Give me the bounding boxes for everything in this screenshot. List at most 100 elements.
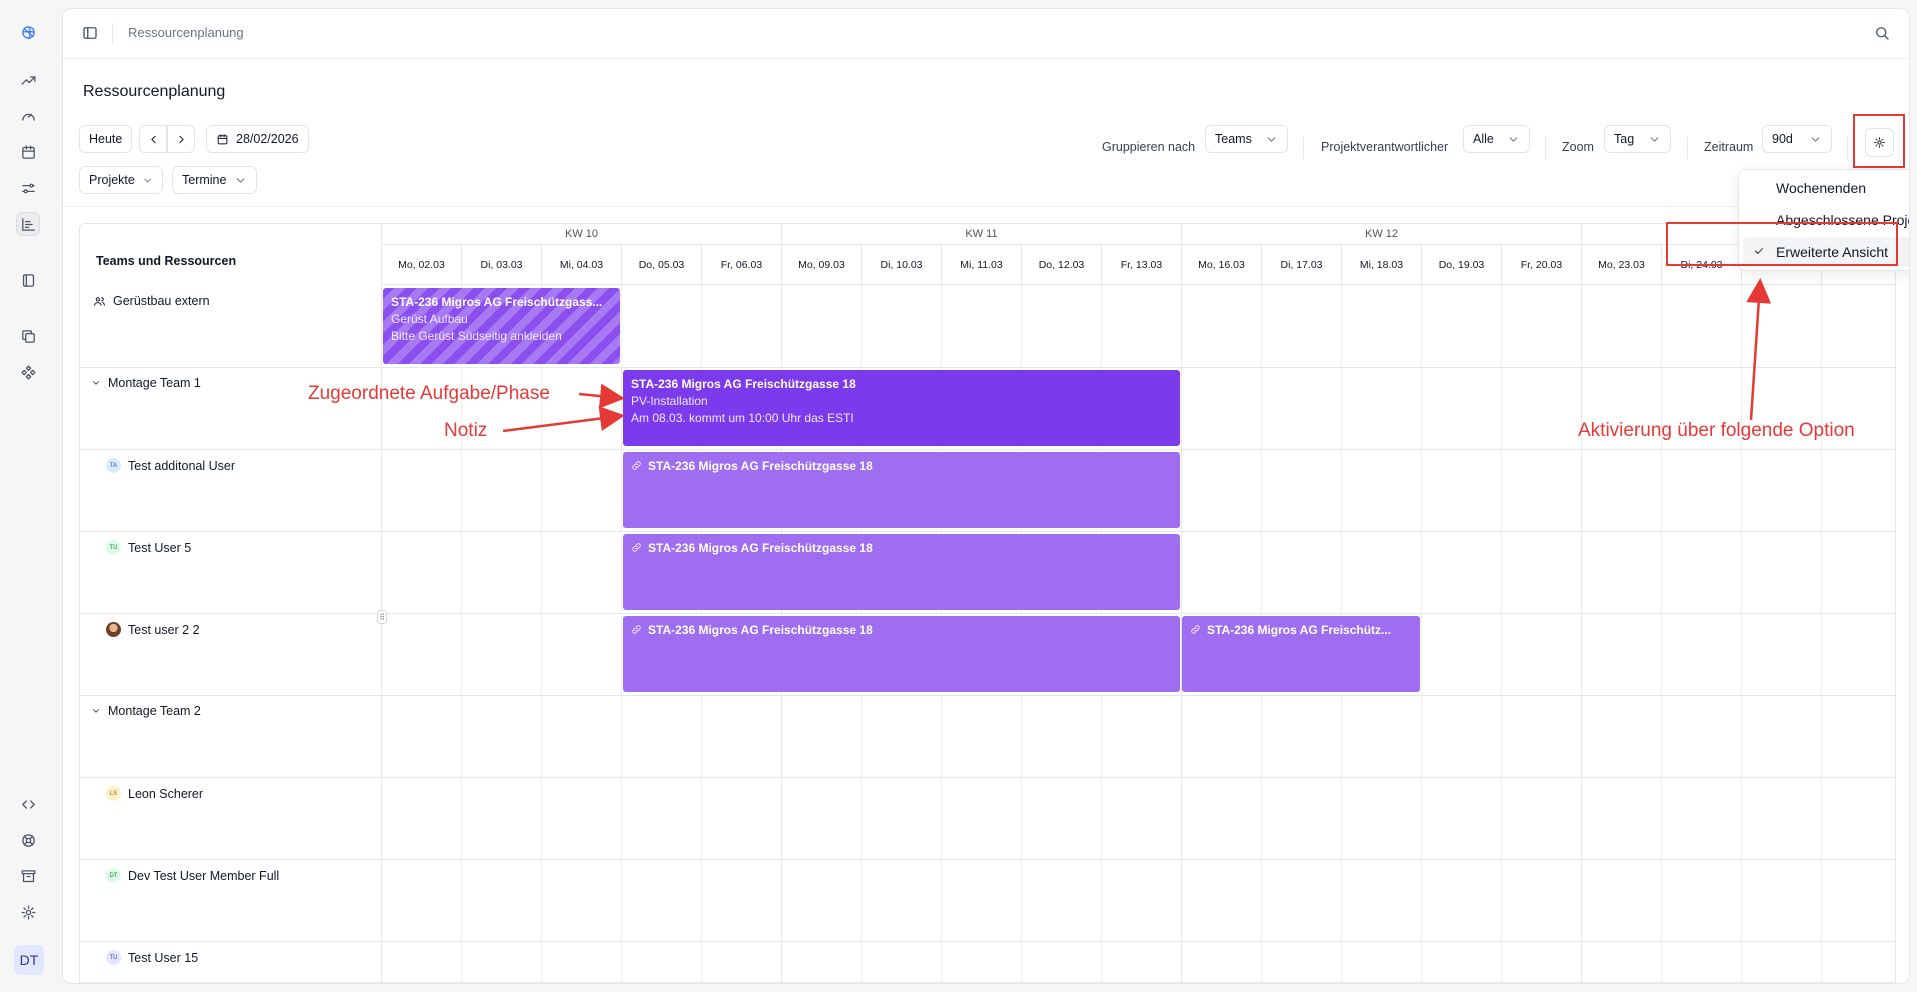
calendar-icon — [217, 133, 228, 144]
day-header: Mi, 04.03 — [541, 245, 621, 285]
table-row[interactable]: TA Test additonal User — [106, 458, 235, 473]
sidebar-toggle-icon[interactable] — [81, 24, 99, 42]
components-icon[interactable] — [16, 360, 40, 384]
trending-icon[interactable] — [16, 68, 40, 92]
highlight-settings — [1853, 114, 1905, 168]
day-header: Di, 03.03 — [461, 245, 541, 285]
user-avatar[interactable]: DT — [14, 945, 44, 975]
chevron-down-icon — [1509, 136, 1518, 142]
breadcrumb[interactable]: Ressourcenplanung — [128, 25, 244, 40]
table-row[interactable]: TU Test User 5 — [106, 540, 191, 555]
grid-line — [1421, 285, 1422, 983]
calendar-icon[interactable] — [16, 140, 40, 164]
gauge-icon[interactable] — [16, 104, 40, 128]
chevron-down-icon — [1650, 136, 1659, 142]
drag-handle[interactable]: ⠿ — [377, 610, 387, 624]
divider — [1687, 137, 1688, 159]
table-row[interactable]: DT Dev Test User Member Full — [106, 868, 279, 883]
projects-filter[interactable]: Projekte — [79, 166, 163, 194]
day-header: Di, 17.03 — [1261, 245, 1341, 285]
table-row[interactable]: Montage Team 1 — [91, 376, 201, 390]
day-header: Di, 10.03 — [861, 245, 941, 285]
group-select[interactable]: Teams — [1205, 125, 1288, 153]
row-divider — [80, 859, 1895, 860]
row-label: Montage Team 2 — [108, 704, 201, 718]
row-label: Test User 5 — [128, 540, 192, 555]
table-row[interactable]: TU Test User 15 — [106, 950, 198, 965]
schedule-bar[interactable]: STA-236 Migros AG Freischützgasse 18 — [623, 452, 1180, 528]
grid-line — [1661, 285, 1662, 983]
row-divider — [80, 531, 1895, 532]
chevron-down-icon[interactable] — [91, 706, 101, 716]
users-icon — [94, 296, 105, 306]
avatar: TA — [106, 458, 121, 473]
code-icon[interactable] — [16, 792, 40, 816]
manager-select[interactable]: Alle — [1463, 125, 1530, 153]
today-button[interactable]: Heute — [79, 125, 133, 153]
schedule-bar[interactable]: STA-236 Migros AG Freischütz... — [1182, 616, 1420, 692]
bar-title: STA-236 Migros AG Freischütz... — [1207, 623, 1392, 637]
day-header: Mi, 18.03 — [1341, 245, 1421, 285]
link-icon — [632, 543, 641, 552]
highlight-extended-view — [1666, 222, 1898, 266]
divider — [381, 224, 382, 983]
day-header: Mo, 23.03 — [1581, 245, 1661, 285]
chevron-right-icon — [178, 135, 184, 143]
divider — [1303, 137, 1304, 159]
schedule-bar[interactable]: STA-236 Migros AG Freischützgass... Gerü… — [383, 288, 620, 364]
manager-value: Alle — [1473, 132, 1494, 146]
row-label: Leon Scherer — [128, 786, 204, 801]
chevron-down-icon — [1267, 136, 1276, 142]
menu-item-weekends[interactable]: Wochenenden — [1776, 180, 1866, 196]
search-icon[interactable] — [1873, 24, 1891, 42]
help-icon[interactable] — [16, 828, 40, 852]
table-row[interactable]: Gerüstbau extern — [93, 294, 210, 308]
schedule-bar[interactable]: STA-236 Migros AG Freischützgasse 18 PV-… — [623, 370, 1180, 446]
range-label: Zeitraum — [1704, 140, 1754, 154]
table-row[interactable]: Montage Team 2 — [91, 704, 201, 718]
day-header: Do, 19.03 — [1421, 245, 1501, 285]
day-header: Mi, 11.03 — [941, 245, 1021, 285]
day-header: Mo, 09.03 — [781, 245, 861, 285]
sliders-icon[interactable] — [16, 176, 40, 200]
week-header: KW 10 — [381, 224, 781, 245]
row-label: Montage Team 1 — [108, 376, 201, 390]
main-panel: Ressourcenplanung Ressourcenplanung Heut… — [62, 8, 1910, 984]
gear-icon[interactable] — [16, 900, 40, 924]
divider — [1545, 137, 1546, 159]
day-header: Fr, 06.03 — [701, 245, 781, 285]
table-row[interactable]: LS Leon Scherer — [106, 786, 203, 801]
page-title: Ressourcenplanung — [83, 83, 226, 100]
table-row[interactable]: Test user 2 2 — [106, 622, 200, 637]
avatar: DT — [106, 868, 121, 883]
zoom-select[interactable]: Tag — [1604, 125, 1671, 153]
grid-line — [1821, 285, 1822, 983]
row-label: Gerüstbau extern — [113, 294, 210, 308]
range-select[interactable]: 90d — [1762, 125, 1832, 153]
archive-icon[interactable] — [16, 864, 40, 888]
logo-icon[interactable] — [16, 20, 40, 44]
schedule-bar[interactable]: STA-236 Migros AG Freischützgasse 18 — [623, 616, 1180, 692]
grid-line — [1741, 285, 1742, 983]
resource-chart-icon[interactable] — [16, 212, 40, 236]
avatar: TU — [106, 950, 121, 965]
appointments-filter[interactable]: Termine — [172, 166, 257, 194]
bar-phase: Gerüst Aufbau — [391, 312, 468, 326]
row-label: Test user 2 2 — [128, 622, 200, 637]
schedule-bar[interactable]: STA-236 Migros AG Freischützgasse 18 — [623, 534, 1180, 610]
resource-grid: Teams und Ressourcen KW 10 KW 11 KW 12 M… — [79, 223, 1897, 983]
group-value: Teams — [1215, 132, 1252, 146]
next-button[interactable] — [167, 125, 195, 153]
chevron-down-icon[interactable] — [91, 378, 101, 388]
annotation-activation: Aktivierung über folgende Option — [1578, 420, 1855, 441]
link-icon — [632, 461, 641, 470]
chevron-down-icon — [236, 177, 245, 183]
divider — [112, 23, 113, 43]
copy-icon[interactable] — [16, 324, 40, 348]
date-picker[interactable]: 28/02/2026 — [206, 125, 309, 153]
prev-button[interactable] — [139, 125, 167, 153]
book-icon[interactable] — [16, 268, 40, 292]
bar-title: STA-236 Migros AG Freischützgasse 18 — [631, 377, 856, 391]
avatar: TU — [106, 540, 121, 555]
appointments-label: Termine — [182, 173, 227, 187]
